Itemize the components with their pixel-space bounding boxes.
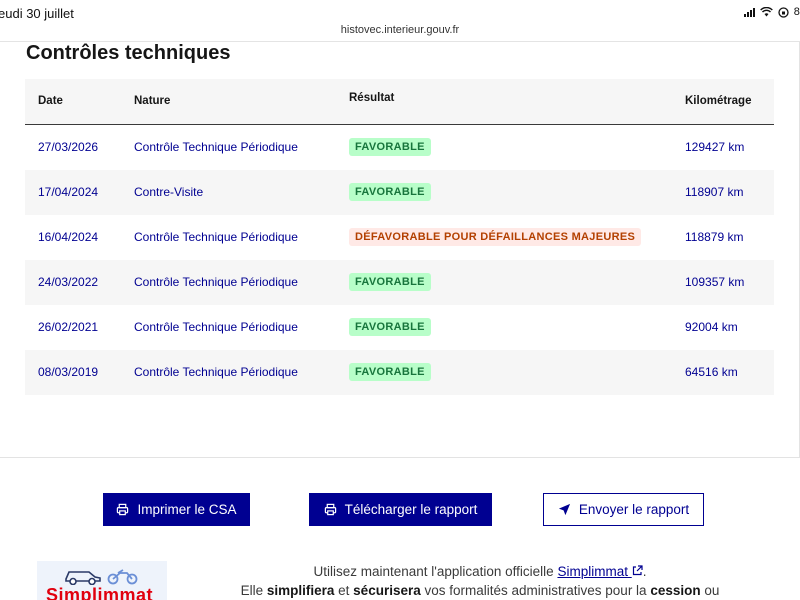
cell-nature: Contrôle Technique Périodique xyxy=(134,140,298,154)
battery-level: 85 xyxy=(793,6,800,18)
cell-date: 24/03/2022 xyxy=(38,275,99,289)
header-date: Date xyxy=(38,95,63,107)
cell-nature: Contrôle Technique Périodique xyxy=(134,275,298,289)
cell-result: FAVORABLE xyxy=(349,363,431,381)
promo-text-segment: Elle xyxy=(240,583,267,598)
status-badge: DÉFAVORABLE POUR DÉFAILLANCES MAJEURES xyxy=(349,228,642,246)
simplimmat-link[interactable]: Simplimmat xyxy=(557,564,643,579)
send-icon xyxy=(558,503,570,516)
controles-table: Date Nature Résultat Kilométrage 27/03/2… xyxy=(25,79,774,395)
print-csa-label: Imprimer le CSA xyxy=(137,502,237,517)
logo-text: Simplimmat xyxy=(46,585,154,600)
download-report-button[interactable]: Télécharger le rapport xyxy=(309,493,492,526)
table-row: 24/03/2022 Contrôle Technique Périodique… xyxy=(25,260,774,305)
status-badge: FAVORABLE xyxy=(349,138,431,156)
cell-result: FAVORABLE xyxy=(349,138,431,156)
download-report-label: Télécharger le rapport xyxy=(344,502,478,517)
cell-km: 92004 km xyxy=(685,320,738,334)
printer-icon xyxy=(117,503,129,516)
status-date: eudi 30 juillet xyxy=(0,6,74,21)
url-bar[interactable]: histovec.interieur.gouv.fr xyxy=(0,24,800,42)
promo-text-segment: vos formalités administratives pour la xyxy=(420,583,651,598)
promo-text-segment: ou xyxy=(700,583,720,598)
print-csa-button[interactable]: Imprimer le CSA xyxy=(103,493,250,526)
section-title: Contrôles techniques xyxy=(26,42,231,64)
printer-icon xyxy=(324,503,336,516)
url-text: histovec.interieur.gouv.fr xyxy=(340,24,460,36)
promo-text: Utilisez maintenant l'application offici… xyxy=(200,562,760,600)
promo-line-1: Utilisez maintenant l'application offici… xyxy=(200,562,760,581)
status-badge: FAVORABLE xyxy=(349,363,431,381)
status-icons: 85 xyxy=(743,6,800,18)
status-badge: FAVORABLE xyxy=(349,183,431,201)
wifi-icon xyxy=(759,7,773,17)
cell-km: 64516 km xyxy=(685,365,738,379)
cell-result: DÉFAVORABLE POUR DÉFAILLANCES MAJEURES xyxy=(349,228,642,246)
simplimmat-logo: Simplimmat xyxy=(37,561,167,600)
car-icon xyxy=(65,571,101,585)
cell-result: FAVORABLE xyxy=(349,318,431,336)
cell-nature: Contrôle Technique Périodique xyxy=(134,230,298,244)
promo-text-segment: Utilisez maintenant l'application offici… xyxy=(313,564,558,579)
cell-km: 118879 km xyxy=(685,230,744,244)
cell-km: 109357 km xyxy=(685,275,745,289)
header-nature: Nature xyxy=(134,95,171,107)
promo-emphasis: cession xyxy=(650,583,701,598)
table-row: 27/03/2026 Contrôle Technique Périodique… xyxy=(25,125,774,170)
simplimmat-link-label: Simplimmat xyxy=(557,564,628,579)
table-row: 17/04/2024 Contre-Visite FAVORABLE 11890… xyxy=(25,170,774,215)
promo-text-segment: . xyxy=(642,564,647,579)
cell-date: 16/04/2024 xyxy=(38,230,99,244)
external-link-icon xyxy=(632,565,643,576)
cell-nature: Contrôle Technique Périodique xyxy=(134,365,298,379)
send-report-button[interactable]: Envoyer le rapport xyxy=(543,493,704,526)
cell-nature: Contre-Visite xyxy=(134,185,204,199)
table-row: 26/02/2021 Contrôle Technique Périodique… xyxy=(25,305,774,350)
cell-date: 27/03/2026 xyxy=(38,140,99,154)
table-row: 08/03/2019 Contrôle Technique Périodique… xyxy=(25,350,774,395)
cell-result: FAVORABLE xyxy=(349,273,431,291)
send-report-label: Envoyer le rapport xyxy=(578,502,690,517)
promo-emphasis: simplifiera xyxy=(266,583,335,598)
header-result: Résultat xyxy=(349,92,395,104)
cell-km: 129427 km xyxy=(685,140,745,154)
motorbike-icon xyxy=(107,569,138,585)
orientation-lock-icon xyxy=(778,6,789,18)
signal-icon xyxy=(743,7,755,17)
status-badge: FAVORABLE xyxy=(349,318,431,336)
cell-date: 08/03/2019 xyxy=(38,365,99,379)
promo-emphasis: sécurisera xyxy=(353,583,421,598)
promo-line-2: Elle simplifiera et sécurisera vos forma… xyxy=(200,581,760,600)
cell-date: 17/04/2024 xyxy=(38,185,99,199)
promo-text-segment: et xyxy=(334,583,354,598)
actions-bar: Imprimer le CSA Télécharger le rapport E… xyxy=(0,493,800,527)
cell-date: 26/02/2021 xyxy=(38,320,99,334)
table-header: Date Nature Résultat Kilométrage xyxy=(25,79,774,125)
cell-km: 118907 km xyxy=(685,185,744,199)
status-bar: eudi 30 juillet 85 xyxy=(0,0,800,24)
status-badge: FAVORABLE xyxy=(349,273,431,291)
cell-result: FAVORABLE xyxy=(349,183,431,201)
cell-nature: Contrôle Technique Périodique xyxy=(134,320,298,334)
header-km: Kilométrage xyxy=(685,95,752,107)
table-row: 16/04/2024 Contrôle Technique Périodique… xyxy=(25,215,774,260)
